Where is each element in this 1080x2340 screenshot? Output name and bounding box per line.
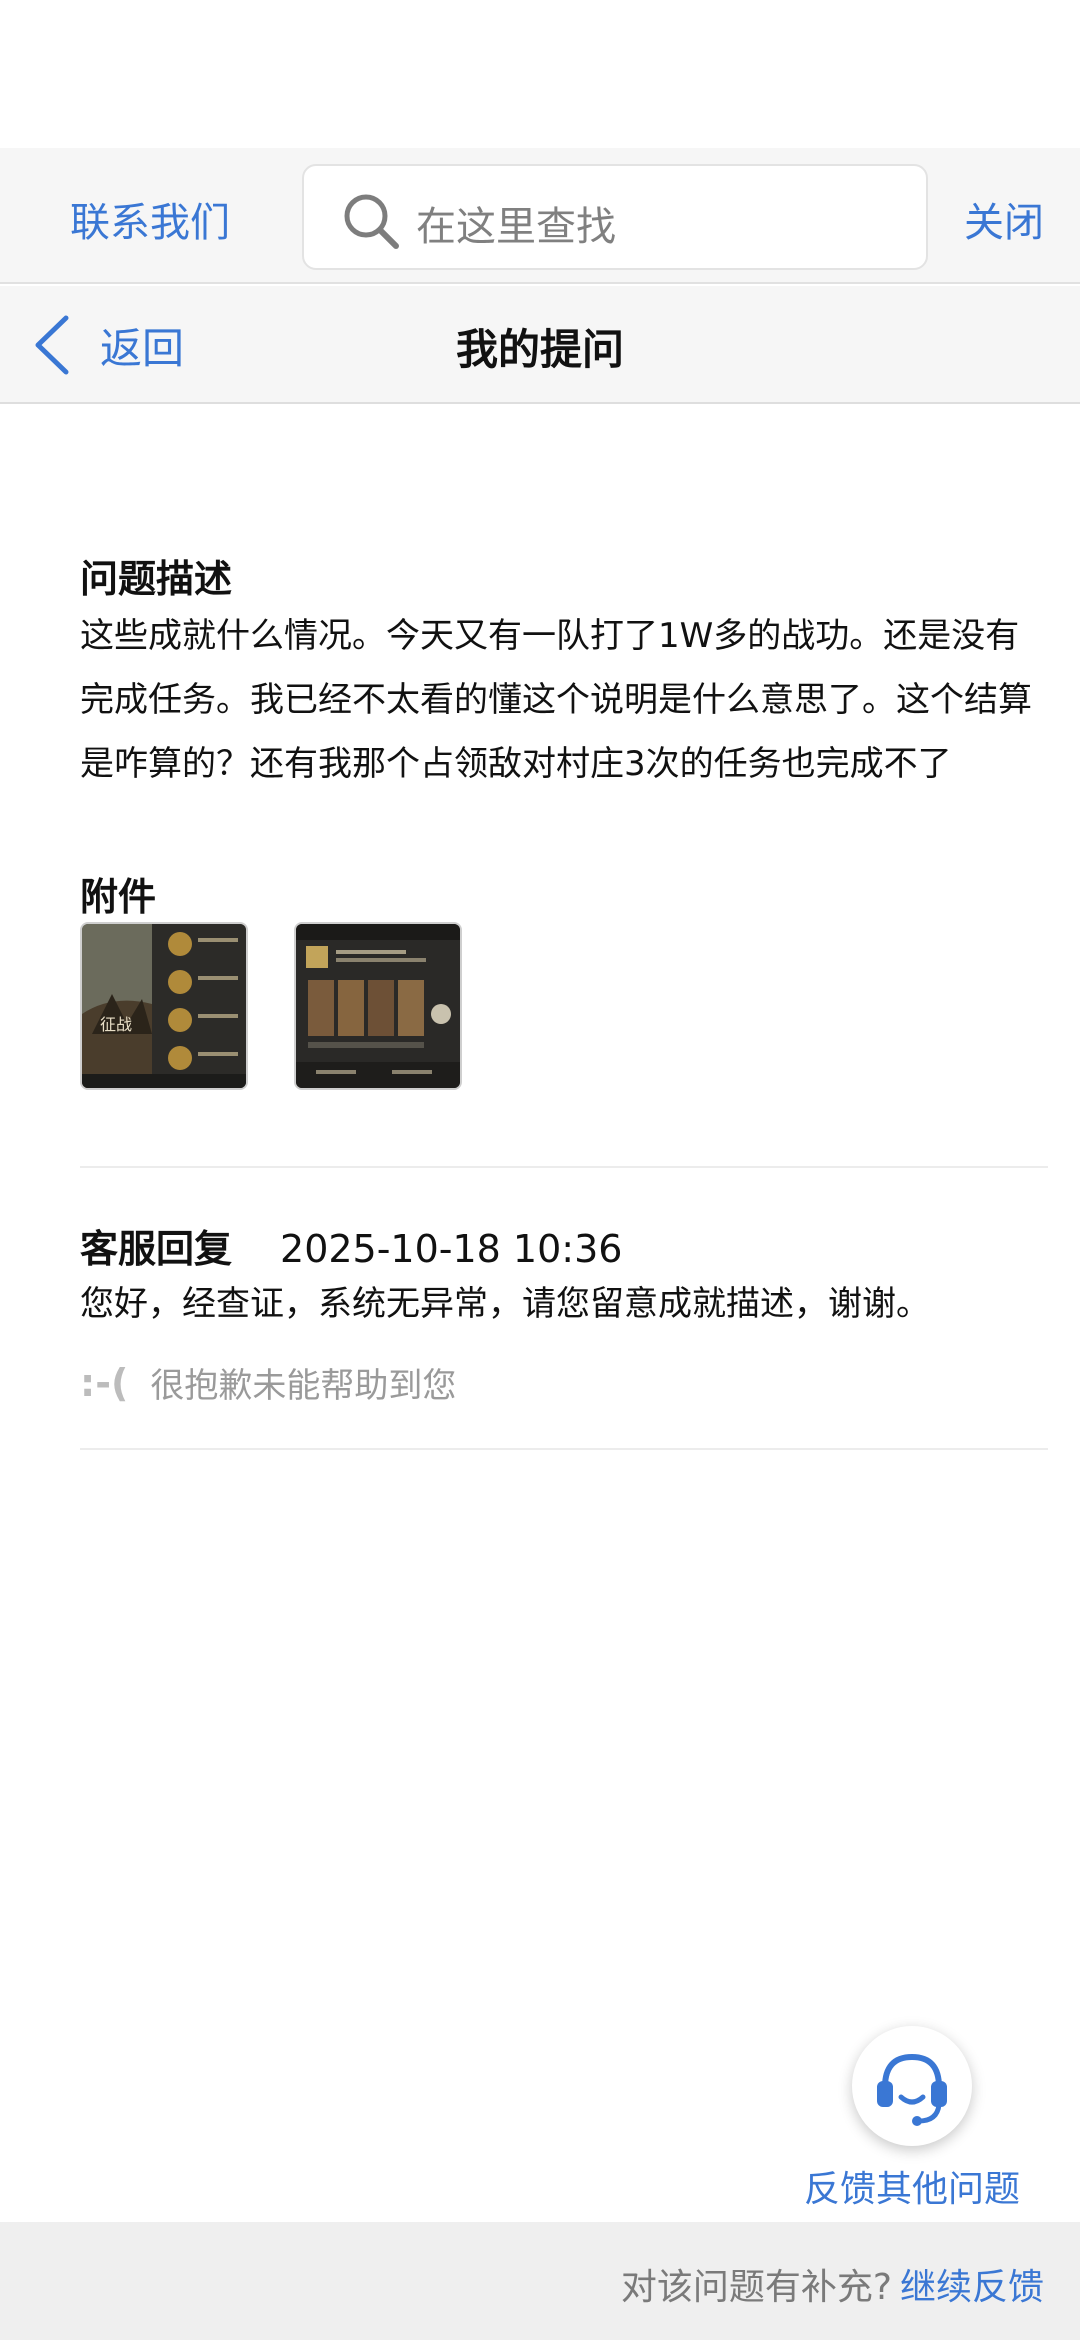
contact-us-button[interactable]: 联系我们: [70, 190, 230, 248]
not-helpful-feedback[interactable]: :-( 很抱歉未能帮助到您: [80, 1358, 456, 1407]
supplement-prompt: 对该问题有补充? 继续反馈: [621, 2258, 1044, 2310]
reply-text: 您好，经查证，系统无异常，请您留意成就描述，谢谢。: [80, 1284, 930, 1324]
description-heading: 问题描述: [80, 557, 233, 601]
attachment-caption: 征战: [100, 1015, 132, 1034]
attachment-thumbnail[interactable]: [294, 922, 462, 1090]
page-title: 我的提问: [455, 325, 624, 374]
not-helpful-label: 很抱歉未能帮助到您: [150, 1366, 457, 1406]
continue-feedback-link[interactable]: 继续反馈: [900, 2267, 1044, 2308]
description-text: 这些成就什么情况。今天又有一队打了1W多的战功。还是没有完成任务。我已经不太看的…: [80, 616, 1032, 784]
attachment-heading: 附件: [80, 875, 157, 919]
reply-header: 客服回复 2025-10-18 10:36: [80, 1218, 622, 1273]
search-icon: [344, 194, 399, 249]
search-input[interactable]: 在这里查找: [416, 194, 616, 252]
supplement-prompt-text: 对该问题有补充?: [620, 2267, 892, 2308]
close-button[interactable]: 关闭: [964, 190, 1044, 248]
attachment-thumbnail[interactable]: 征战: [80, 922, 248, 1090]
page: 联系我们 在这里查找 关闭 返回 我的提问 问题描述 这些成就什么情况。今天又有…: [0, 0, 1080, 2340]
headset-icon: [877, 2053, 947, 2126]
search-box[interactable]: 在这里查找: [302, 164, 928, 270]
game-screenshot-image: 征战: [82, 924, 246, 1088]
reply-time: 2025-10-18 10:36: [280, 1227, 623, 1271]
top-bar: 联系我们 在这里查找 关闭: [0, 148, 1080, 284]
divider: [80, 1448, 1048, 1450]
sad-face-icon: :-(: [80, 1360, 129, 1405]
nav-bar: 返回 我的提问: [0, 286, 1080, 404]
feedback-other-label[interactable]: 反馈其他问题: [804, 2160, 1020, 2212]
divider: [80, 1166, 1048, 1168]
feedback-other-button[interactable]: [852, 2026, 972, 2146]
reply-label: 客服回复: [80, 1227, 233, 1271]
game-screenshot-image: [296, 924, 460, 1088]
bottom-bar: 对该问题有补充? 继续反馈: [0, 2222, 1080, 2340]
